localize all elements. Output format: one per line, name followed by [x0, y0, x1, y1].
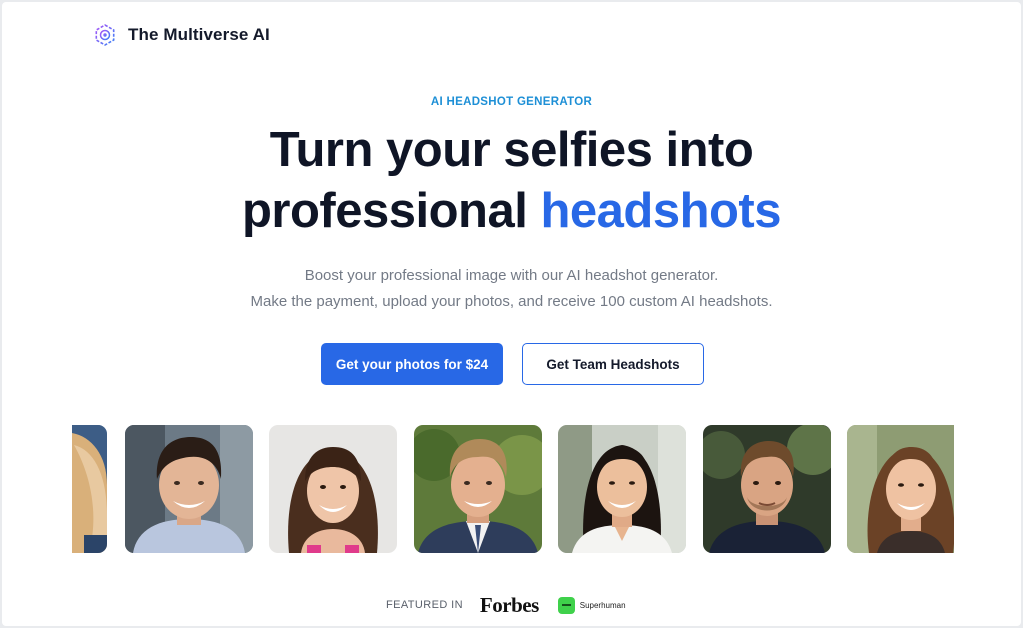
subtitle-line-2: Make the payment, upload your photos, an… [250, 293, 773, 310]
subtitle-line-1: Boost your professional image with our A… [304, 267, 719, 284]
get-team-headshots-button[interactable]: Get Team Headshots [522, 343, 704, 385]
partial-woman-blonde-headshot [72, 425, 107, 553]
smiling-woman-brown-hair-headshot [847, 425, 954, 553]
hero-headline: Turn your selfies into professional head… [2, 120, 1021, 242]
smiling-woman-bangs-headshot [269, 425, 397, 553]
superhuman-logo: Superhuman [557, 596, 626, 614]
featured-in: FEATURED IN Forbes Superhuman [386, 594, 626, 616]
hero-subtitle: Boost your professional image with our A… [2, 263, 1021, 315]
headline-accent: headshots [540, 184, 782, 238]
forbes-logo: Forbes [479, 593, 539, 617]
brand-name: The Multiverse AI [128, 25, 270, 44]
man-suit-tie-headshot [414, 425, 542, 553]
superhuman-logo-icon [557, 596, 575, 614]
multiverse-logo-icon [95, 24, 115, 46]
featured-label: FEATURED IN [386, 599, 463, 611]
man-navy-shirt-headshot [703, 425, 831, 553]
smiling-woman-white-blouse-headshot [558, 425, 686, 553]
brand[interactable]: The Multiverse AI [94, 24, 270, 46]
headshot-gallery [72, 425, 954, 553]
get-photos-button[interactable]: Get your photos for $24 [321, 343, 503, 385]
landing-page: The Multiverse AI AI HEADSHOT GENERATOR … [2, 2, 1021, 626]
headline-line-2-plain: professional [241, 184, 541, 238]
superhuman-label: Superhuman [579, 600, 626, 610]
headline-line-1: Turn your selfies into [269, 123, 754, 177]
smiling-man-dark-hair-headshot [125, 425, 253, 553]
hero-eyebrow: AI HEADSHOT GENERATOR [430, 96, 593, 108]
